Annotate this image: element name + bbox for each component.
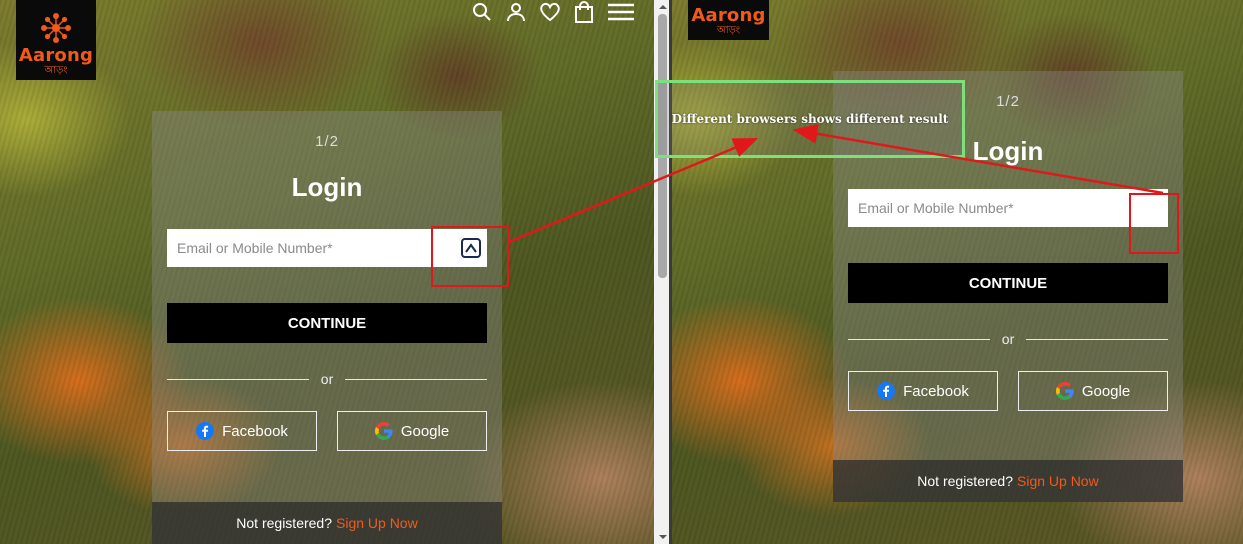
not-registered-text: Not registered? [236, 515, 332, 531]
header-icons [470, 0, 636, 24]
google-login-button[interactable]: Google [1018, 371, 1168, 411]
user-icon[interactable] [504, 0, 528, 24]
signup-footer: Not registered? Sign Up Now [152, 502, 502, 544]
google-icon [1055, 382, 1074, 400]
facebook-login-button[interactable]: Facebook [848, 371, 998, 411]
or-label: or [1001, 331, 1015, 347]
google-label: Google [400, 422, 450, 440]
scroll-up-icon[interactable] [658, 2, 668, 12]
facebook-label: Facebook [903, 382, 969, 400]
continue-button[interactable]: CONTINUE [167, 303, 487, 343]
facebook-icon [196, 422, 215, 440]
scroll-down-icon[interactable] [658, 532, 668, 542]
continue-button[interactable]: CONTINUE [848, 263, 1168, 303]
login-title: Login [291, 172, 363, 202]
search-icon[interactable] [470, 0, 494, 24]
login-title: Login [972, 136, 1044, 166]
social-login-buttons: Facebook Google [848, 371, 1168, 411]
signup-footer: Not registered? Sign Up Now [833, 460, 1183, 502]
brand-logo[interactable]: Aarong আড়ং [16, 0, 96, 80]
step-indicator: 1/2 [996, 93, 1020, 110]
email-field[interactable] [848, 189, 1168, 227]
facebook-label: Facebook [222, 422, 288, 440]
facebook-icon [877, 382, 896, 400]
signup-link[interactable]: Sign Up Now [336, 515, 418, 531]
bag-icon[interactable] [572, 0, 596, 24]
left-browser-pane: Aarong আড়ং 1/2 Login CONTINUE [0, 0, 654, 544]
google-icon [374, 422, 393, 440]
menu-icon[interactable] [606, 0, 636, 24]
right-highlight-box [1129, 193, 1179, 254]
facebook-login-button[interactable]: Facebook [167, 411, 317, 451]
divider-line [167, 378, 309, 380]
or-label: or [320, 371, 334, 387]
annotation-callout: Different browsers shows different resul… [655, 80, 965, 158]
divider-line [1026, 338, 1169, 340]
step-indicator: 1/2 [315, 133, 339, 150]
divider-line [848, 338, 990, 340]
signup-link[interactable]: Sign Up Now [1017, 473, 1099, 489]
brand-subtext: আড়ং [716, 25, 741, 36]
divider-line [345, 378, 488, 380]
brand-name: Aarong [691, 5, 766, 26]
brand-subtext: আড়ং [44, 65, 68, 76]
left-highlight-box [431, 226, 509, 287]
logo-mark-icon [41, 13, 71, 43]
not-registered-text: Not registered? [917, 473, 1013, 489]
social-login-buttons: Facebook Google [167, 411, 487, 451]
heart-icon[interactable] [538, 0, 562, 24]
or-divider: or [167, 371, 488, 387]
or-divider: or [848, 331, 1169, 347]
email-input[interactable] [848, 189, 1168, 227]
brand-logo[interactable]: Aarong আড়ং [688, 0, 769, 40]
brand-name: Aarong [18, 45, 94, 66]
google-login-button[interactable]: Google [337, 411, 487, 451]
login-card: 1/2 Login CONTINUE or Facebook [152, 111, 502, 544]
callout-text: Different browsers shows different resul… [671, 112, 949, 126]
google-label: Google [1081, 382, 1131, 400]
